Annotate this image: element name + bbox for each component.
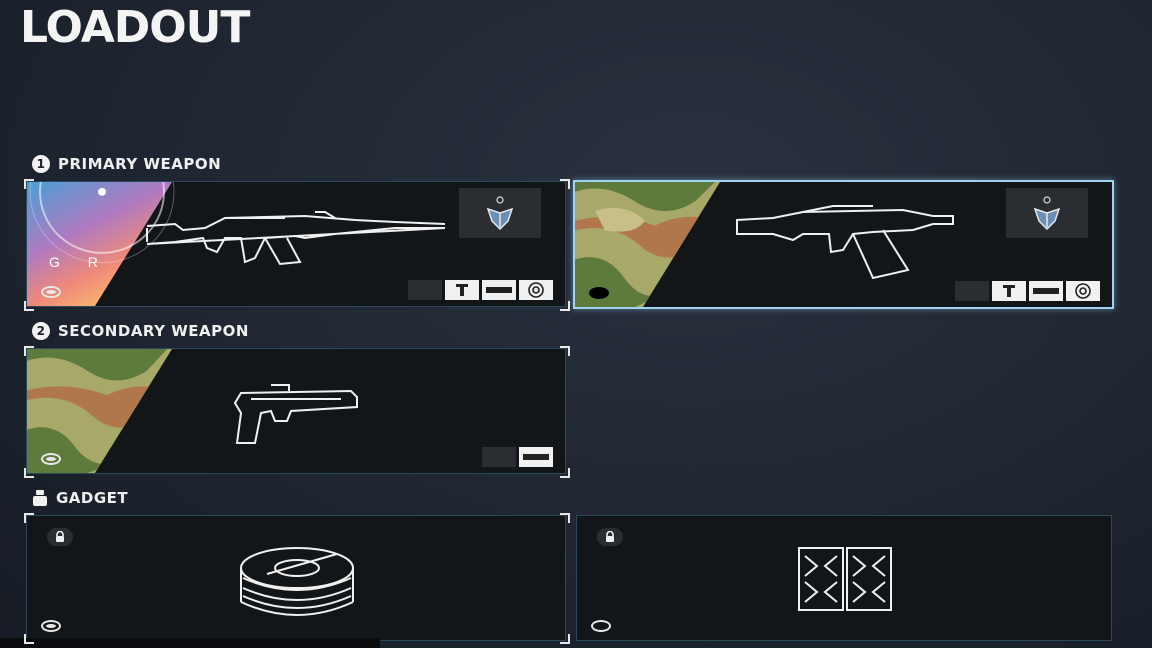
section-label: SECONDARY WEAPON [58, 322, 249, 340]
selection-radio[interactable] [589, 287, 609, 299]
corner-bracket [24, 513, 34, 523]
lock-badge [597, 528, 623, 546]
sight-attachment[interactable] [1066, 281, 1100, 301]
corner-bracket [560, 634, 570, 644]
primary-weapon-card-2[interactable] [573, 180, 1114, 309]
corner-bracket [560, 301, 570, 311]
charm-icon [486, 196, 514, 231]
grip-attachment[interactable] [445, 280, 479, 300]
barrel-attachment[interactable] [1029, 281, 1063, 301]
pistol-icon [233, 384, 358, 444]
scope-icon [528, 282, 544, 298]
sight-attachment[interactable] [519, 280, 553, 300]
gadget-header: GADGET [32, 488, 128, 508]
skin-letters: G R [49, 254, 110, 270]
corner-bracket [560, 346, 570, 356]
gadget-card-2[interactable] [576, 515, 1112, 641]
attachment-empty [482, 447, 516, 467]
corner-bracket [24, 468, 34, 478]
attachment-empty [955, 281, 989, 301]
barrel-attachment[interactable] [519, 447, 553, 467]
primary-weapon-card-1[interactable]: G R [26, 181, 566, 307]
charm-slot[interactable] [1006, 188, 1088, 238]
grip-icon [1003, 285, 1015, 297]
number-badge: 2 [32, 322, 50, 340]
deployable-shield-icon [798, 547, 892, 611]
barrel-icon [486, 287, 512, 293]
corner-bracket [560, 468, 570, 478]
lock-badge [47, 528, 73, 546]
gadget-card-1[interactable] [26, 515, 566, 641]
attachments-row [955, 281, 1100, 301]
charm-slot[interactable] [459, 188, 541, 238]
selection-radio[interactable] [41, 453, 61, 465]
section-label: PRIMARY WEAPON [58, 155, 222, 173]
secondary-weapon-card[interactable] [26, 348, 566, 474]
grip-attachment[interactable] [992, 281, 1026, 301]
smg-icon [736, 205, 954, 280]
assault-rifle-icon [146, 211, 446, 266]
barbed-wire-icon [240, 547, 354, 616]
corner-bracket [560, 513, 570, 523]
bottom-bar [0, 638, 380, 648]
lock-icon [56, 531, 64, 542]
primary-weapon-header: 1 PRIMARY WEAPON [32, 154, 221, 174]
corner-bracket [24, 634, 34, 644]
grip-icon [456, 284, 468, 296]
corner-bracket [560, 179, 570, 189]
selection-radio[interactable] [41, 620, 61, 632]
gadget-icon [33, 490, 47, 506]
corner-bracket [24, 346, 34, 356]
attachment-empty [408, 280, 442, 300]
number-badge: 1 [32, 155, 50, 173]
attachments-row [482, 447, 553, 467]
page-title: LOADOUT [20, 2, 250, 53]
barrel-icon [1033, 288, 1059, 294]
barrel-icon [523, 454, 549, 460]
secondary-weapon-header: 2 SECONDARY WEAPON [32, 321, 249, 341]
corner-bracket [24, 301, 34, 311]
attachments-row [408, 280, 553, 300]
scope-icon [1075, 283, 1091, 299]
section-label: GADGET [56, 489, 129, 507]
corner-bracket [24, 179, 34, 189]
charm-icon [1033, 196, 1061, 231]
selection-radio[interactable] [591, 620, 611, 632]
selection-radio[interactable] [41, 286, 61, 298]
barrel-attachment[interactable] [482, 280, 516, 300]
lock-icon [606, 531, 614, 542]
